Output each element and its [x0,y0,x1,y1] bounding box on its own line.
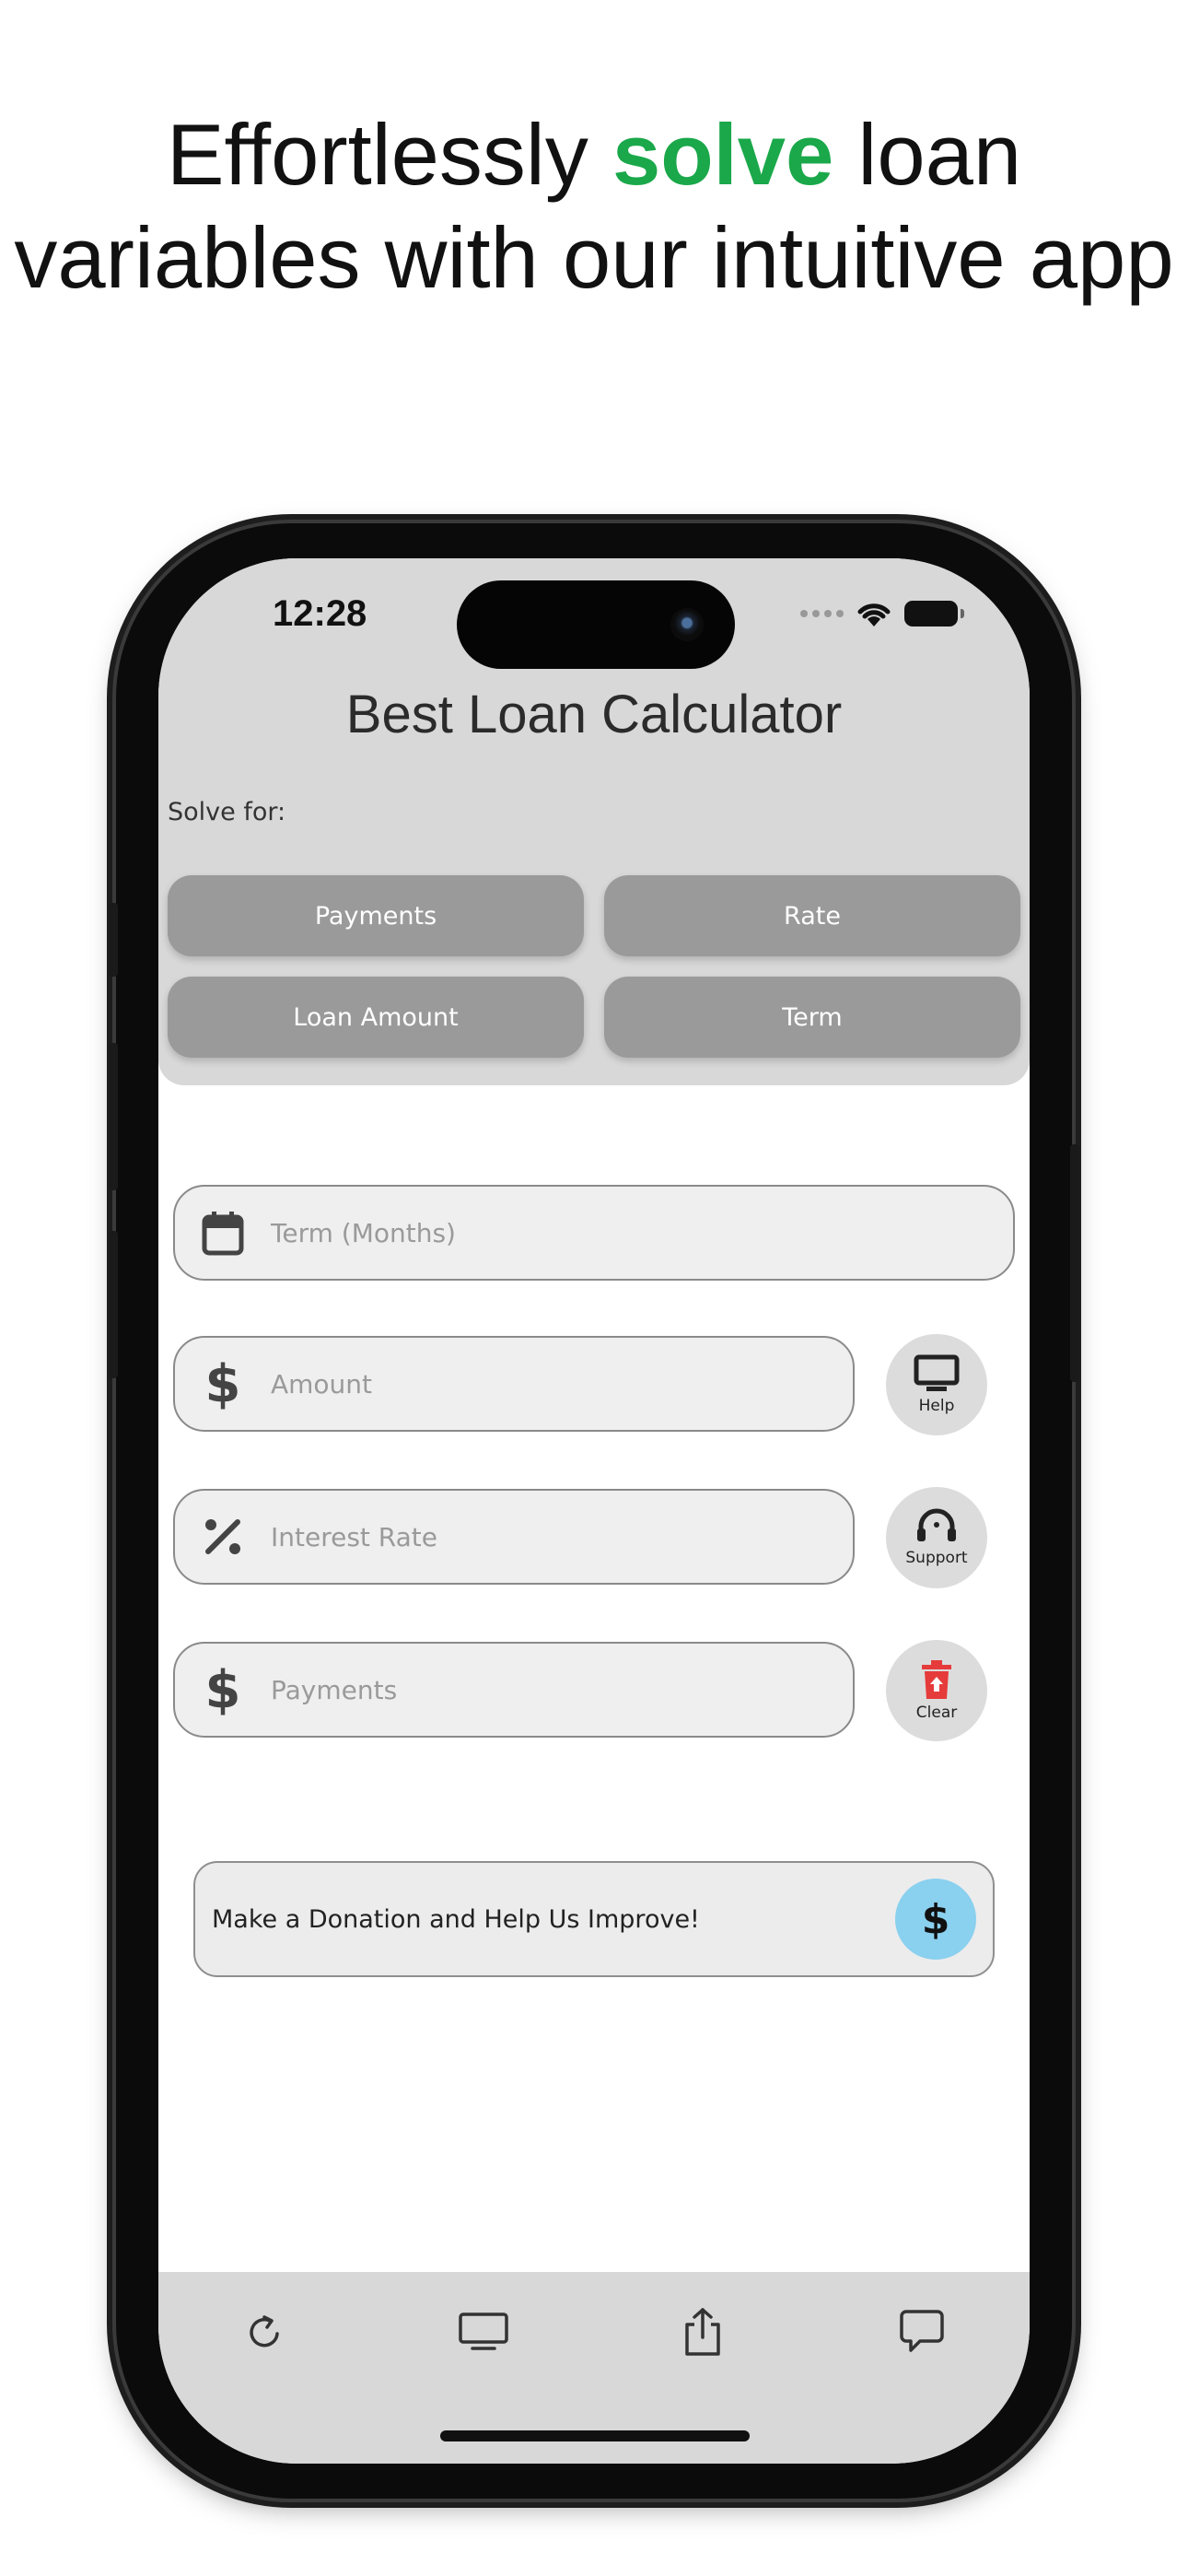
monitor-icon [914,1354,960,1391]
headline-text-before: Effortlessly [166,106,612,203]
chat-icon[interactable] [890,2300,954,2364]
donation-banner[interactable]: Make a Donation and Help Us Improve! $ [193,1861,995,1977]
percent-icon [175,1516,271,1557]
headset-icon [917,1508,956,1541]
support-label: Support [905,1549,968,1567]
payments-placeholder: Payments [271,1674,398,1705]
interest-rate-field[interactable]: Interest Rate [173,1489,855,1585]
donate-dollar-icon[interactable]: $ [895,1879,976,1960]
wifi-icon [857,603,891,626]
calendar-icon [175,1210,271,1256]
clear-button[interactable]: Clear [886,1640,987,1741]
donation-label: Make a Donation and Help Us Improve! [212,1904,700,1934]
dollar-icon: $ [204,1659,241,1720]
dynamic-island [457,580,735,669]
status-time: 12:28 [273,593,367,634]
help-label: Help [918,1397,955,1415]
marketing-headline: Effortlessly solve loan variables with o… [0,103,1188,310]
status-indicators [800,597,964,630]
share-icon[interactable] [670,2300,735,2364]
trash-icon [922,1660,951,1699]
signal-icon [800,610,844,617]
refresh-icon[interactable] [232,2300,297,2364]
dollar-icon: $ [204,1353,241,1414]
phone-power-button [1070,1144,1079,1382]
support-button[interactable]: Support [886,1487,987,1588]
term-placeholder: Term (Months) [271,1217,456,1248]
amount-field[interactable]: $ Amount [173,1336,855,1432]
help-button[interactable]: Help [886,1334,987,1435]
amount-placeholder: Amount [271,1368,373,1399]
headline-highlight: solve [611,106,834,203]
solve-rate-button[interactable]: Rate [604,875,1020,956]
phone-volume-up [109,1043,118,1190]
interest-rate-placeholder: Interest Rate [271,1521,438,1552]
camera-icon [670,608,704,641]
battery-icon [904,601,964,626]
home-indicator [440,2430,750,2441]
payments-field[interactable]: $ Payments [173,1642,855,1738]
phone-screen: 12:28 Best Loan Calculator Solve for: Pa… [158,558,1030,2464]
solve-term-button[interactable]: Term [604,977,1020,1058]
solve-for-label: Solve for: [168,798,286,826]
term-field[interactable]: Term (Months) [173,1185,1015,1281]
solve-for-panel: 12:28 Best Loan Calculator Solve for: Pa… [158,558,1030,1085]
solve-payments-button[interactable]: Payments [168,875,584,956]
phone-mute-switch [109,903,118,977]
clear-label: Clear [915,1704,958,1722]
monitor-icon[interactable] [451,2300,516,2364]
solve-loan-amount-button[interactable]: Loan Amount [168,977,584,1058]
phone-volume-down [109,1231,118,1378]
app-title: Best Loan Calculator [345,685,843,744]
